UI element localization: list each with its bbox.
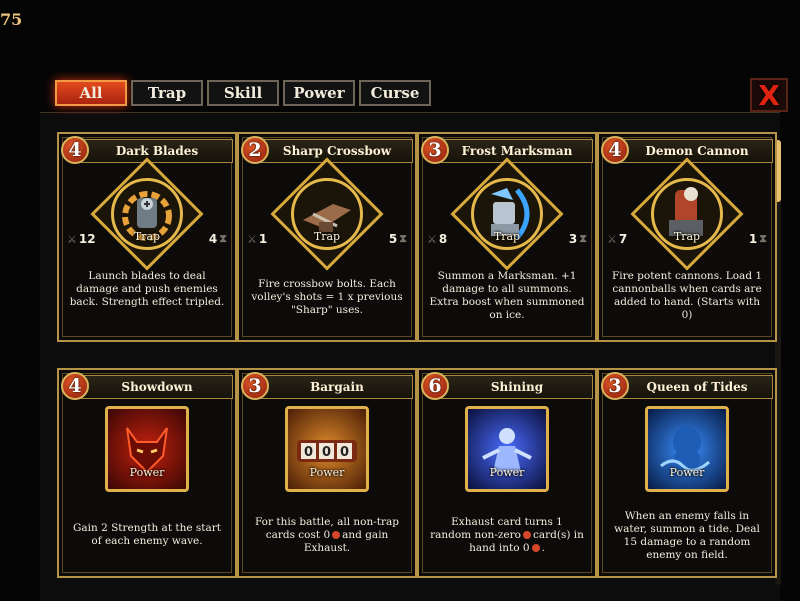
sword-icon: ⚔	[427, 232, 437, 246]
card-type: Trap	[133, 230, 161, 243]
card-bargain[interactable]: Bargain 3 0 0 0 Power For this battle, a…	[237, 368, 417, 578]
damage-stat: ⚔ 12	[67, 232, 96, 246]
damage-stat: ⚔ 1	[247, 232, 268, 246]
card-cost: 6	[421, 372, 449, 400]
tab-skill[interactable]: Skill	[207, 80, 279, 106]
filter-tabs: All Trap Skill Power Curse	[55, 80, 431, 106]
card-cost: 3	[241, 372, 269, 400]
resource-counter: 75	[0, 10, 23, 29]
card-cost: 3	[601, 372, 629, 400]
card-title: Dark Blades	[115, 144, 199, 158]
card-description: When an enemy falls in water, summon a t…	[614, 510, 760, 561]
energy-icon	[522, 531, 531, 539]
card-description: Exhaust card turns 1 random non-zero card…	[430, 516, 584, 554]
card-type: Power	[129, 466, 165, 479]
uses-stat: 3 ⧗	[568, 232, 587, 246]
svg-text:0: 0	[304, 445, 313, 460]
tab-all[interactable]: All	[55, 80, 127, 106]
card-description: Summon a Marksman. +1 damage to all summ…	[429, 270, 585, 321]
card-title: Showdown	[121, 380, 193, 394]
card-description: For this battle, all non-trap cards cost…	[254, 516, 400, 554]
card-type: Trap	[493, 230, 521, 243]
card-cost: 4	[61, 136, 89, 164]
hourglass-icon: ⧗	[759, 232, 767, 245]
card-title: Shining	[490, 380, 544, 394]
card-shining[interactable]: Shining 6 Power Exhaust card turns 1 ran…	[417, 368, 597, 578]
card-dark-blades[interactable]: Dark Blades 4 Trap ⚔ 12 4 ⧗ Launch blades …	[57, 132, 237, 342]
sword-icon: ⚔	[607, 232, 617, 246]
card-description: Gain 2 Strength at the start of each ene…	[72, 522, 222, 547]
card-cost: 3	[421, 136, 449, 164]
card-title: Bargain	[310, 380, 364, 394]
hourglass-icon: ⧗	[579, 232, 587, 245]
uses-stat: 1 ⧗	[748, 232, 767, 246]
sword-icon: ⚔	[247, 232, 257, 246]
energy-icon	[531, 544, 540, 552]
hourglass-icon: ⧗	[399, 232, 407, 245]
card-demon-cannon[interactable]: Demon Cannon 4 Trap ⚔ 7 1 ⧗ Fire potent ca…	[597, 132, 777, 342]
card-type: Power	[669, 466, 705, 479]
card-title: Queen of Tides	[646, 380, 748, 394]
card-title: Demon Cannon	[645, 144, 749, 158]
card-title: Frost Marksman	[461, 144, 573, 158]
sword-icon: ⚔	[67, 232, 77, 246]
card-type: Power	[489, 466, 525, 479]
card-title: Sharp Crossbow	[282, 144, 392, 158]
card-type: Trap	[673, 230, 701, 243]
close-button[interactable]: X	[750, 78, 788, 112]
card-cost: 4	[61, 372, 89, 400]
tab-trap[interactable]: Trap	[131, 80, 203, 106]
energy-icon	[332, 531, 341, 539]
card-sharp-crossbow[interactable]: Sharp Crossbow 2 Trap ⚔ 1 5 ⧗ Fire crossbo…	[237, 132, 417, 342]
damage-stat: ⚔ 8	[427, 232, 448, 246]
card-type: Trap	[313, 230, 341, 243]
damage-stat: ⚔ 7	[607, 232, 628, 246]
tab-power[interactable]: Power	[283, 80, 355, 106]
tab-curse[interactable]: Curse	[359, 80, 431, 106]
card-description: Fire potent cannons. Load 1 cannonballs …	[611, 270, 763, 321]
card-cost: 2	[241, 136, 269, 164]
card-showdown[interactable]: Showdown 4 Power Gain 2 Strength at the …	[57, 368, 237, 578]
close-icon: X	[758, 78, 780, 112]
card-type: Power	[309, 466, 345, 479]
hourglass-icon: ⧗	[219, 232, 227, 245]
card-cost: 4	[601, 136, 629, 164]
uses-stat: 5 ⧗	[388, 232, 407, 246]
svg-text:0: 0	[340, 445, 349, 460]
card-frost-marksman[interactable]: Frost Marksman 3 Trap ⚔ 8 3 ⧗ Summon a Mar…	[417, 132, 597, 342]
uses-stat: 4 ⧗	[208, 232, 227, 246]
card-queen-of-tides[interactable]: Queen of Tides 3 Power When an enemy fal…	[597, 368, 777, 578]
svg-text:0: 0	[322, 445, 331, 460]
card-description: Fire crossbow bolts. Each volley's shots…	[251, 278, 403, 316]
card-description: Launch blades to deal damage and push en…	[69, 270, 225, 308]
